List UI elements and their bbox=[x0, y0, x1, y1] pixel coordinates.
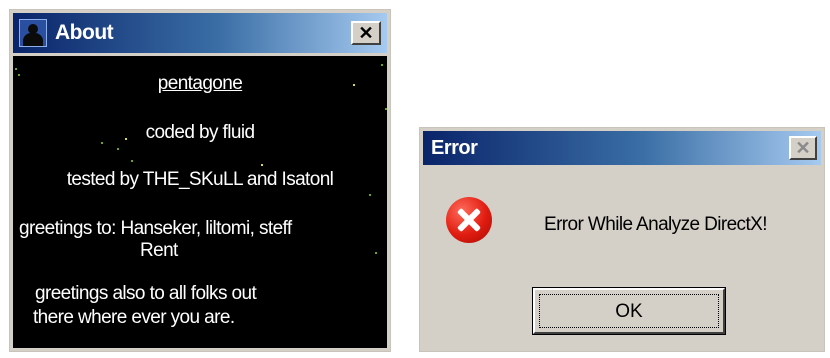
tested-by-text: tested by THE_SKuLL and Isatonl bbox=[66, 169, 334, 190]
about-close-button[interactable]: ✕ bbox=[351, 21, 381, 45]
greetings-continued-text: Rent bbox=[140, 240, 178, 261]
about-window: About ✕ pentagone coded by fluid tested … bbox=[9, 9, 391, 352]
error-close-button[interactable]: ✕ bbox=[789, 136, 817, 160]
greetings-also-continued-text: there where ever you are. bbox=[33, 307, 235, 328]
error-message: Error While Analyze DirectX! bbox=[544, 214, 767, 235]
ok-button[interactable]: OK bbox=[533, 288, 725, 334]
program-name-link[interactable]: pentagone bbox=[13, 73, 387, 95]
error-icon bbox=[446, 197, 492, 243]
about-window-title: About bbox=[55, 21, 114, 44]
about-title-bar[interactable]: About ✕ bbox=[13, 13, 387, 53]
greetings-also-text: greetings also to all folks out bbox=[35, 283, 257, 304]
error-title-bar[interactable]: Error ✕ bbox=[423, 131, 821, 165]
about-content-area: pentagone coded by fluid tested by THE_S… bbox=[13, 56, 387, 348]
greetings-text: greetings to: Hanseker, liltomi, steff bbox=[19, 218, 292, 239]
ok-button-label: OK bbox=[615, 301, 643, 322]
error-dialog: Error ✕ Error While Analyze DirectX! OK bbox=[419, 127, 825, 352]
error-dialog-title: Error bbox=[431, 137, 478, 159]
silhouette-app-icon bbox=[19, 19, 47, 47]
coded-by-text: coded by fluid bbox=[145, 122, 255, 143]
